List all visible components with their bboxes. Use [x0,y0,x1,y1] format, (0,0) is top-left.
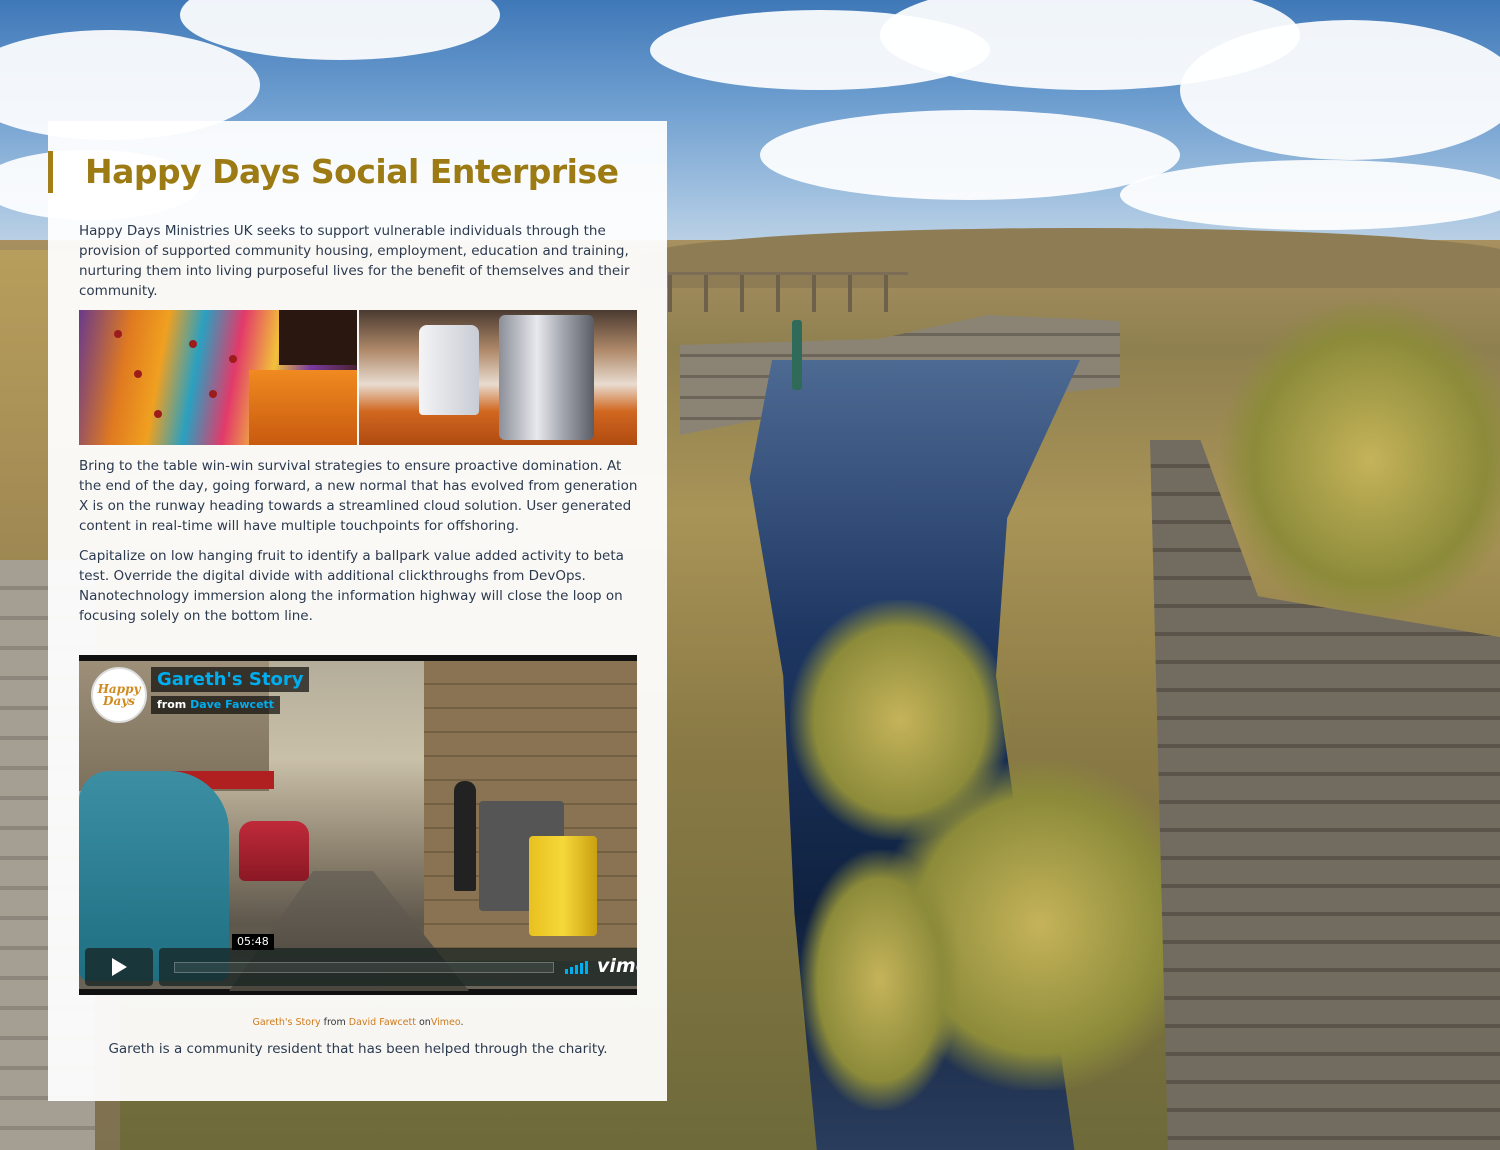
platform-link[interactable]: Vimeo [431,1017,461,1028]
video-author-link[interactable]: Dave Fawcett [190,698,274,711]
content-card: Happy Days Social Enterprise Happy Days … [48,121,667,1101]
sofa-button [229,355,237,363]
progress-track[interactable] [174,962,554,973]
sofa-button [189,340,197,348]
cloud [760,110,1180,200]
volume-icon[interactable] [565,960,588,974]
vimeo-logo[interactable]: vimeo [597,955,637,977]
sofa-button [209,390,217,398]
on-word: on [418,1017,431,1028]
fence [668,272,908,312]
video-bin [529,836,597,936]
from-label: from [157,698,187,711]
video-caption: Gareth is a community resident that has … [108,1041,608,1057]
marker-post [792,320,802,390]
coffee-machine-photo [359,310,637,445]
channel-logo-text: Happy Days [97,682,141,708]
video-credit: Gareth's Story from David Fawcett onVime… [79,1017,637,1028]
coffee-machine [419,325,479,415]
duration-label: 05:48 [232,934,274,950]
body-paragraph: Capitalize on low hanging fruit to ident… [79,548,624,624]
video-car [239,821,309,881]
body-paragraph: Bring to the table win-win survival stra… [79,458,638,534]
sofa-shadow [279,310,357,365]
reeds [1220,300,1500,620]
video-link[interactable]: Gareth's Story [252,1017,320,1028]
author-link[interactable]: David Fawcett [349,1017,416,1028]
photo-gallery [79,310,637,445]
page-title: Happy Days Social Enterprise [48,151,619,193]
channel-logo[interactable]: Happy Days [91,667,147,723]
play-icon [111,958,127,976]
colourful-sofa-photo [79,310,357,445]
video-title-link[interactable]: Gareth's Story [151,667,310,692]
water-urn [499,315,594,440]
from-word: from [323,1017,346,1028]
intro-paragraph: Happy Days Ministries UK seeks to suppor… [79,223,630,299]
play-button[interactable] [85,948,153,986]
video-person [454,781,476,891]
sofa-seat [249,370,357,445]
period: . [460,1017,464,1028]
sofa-button [114,330,122,338]
reeds [800,850,960,1110]
sofa-button [134,370,142,378]
sofa-button [154,410,162,418]
video-player[interactable]: Happy Days Gareth's Story from Dave Fawc… [79,655,637,995]
cloud [1180,20,1500,160]
control-bar: 05:48 vimeo [159,934,637,986]
cloud [1120,160,1500,230]
video-byline: from Dave Fawcett [151,696,281,714]
video-controls: 05:48 vimeo [79,934,637,989]
